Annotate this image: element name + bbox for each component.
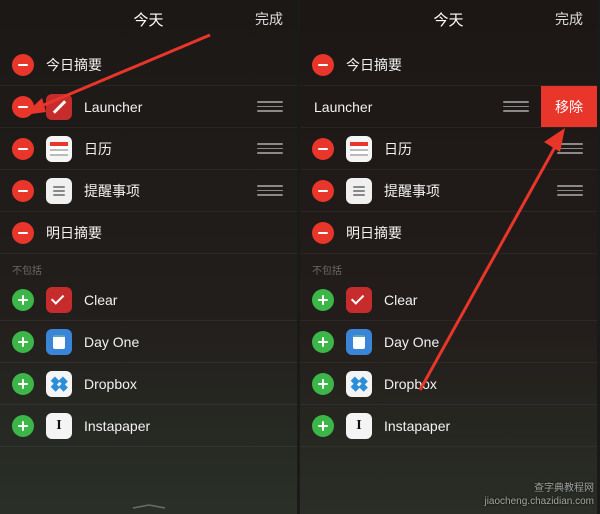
widget-label: 今日摘要	[346, 55, 597, 75]
widget-label: Day One	[384, 334, 597, 350]
widget-label: 今日摘要	[46, 55, 297, 75]
instapaper-app-icon: I	[46, 413, 72, 439]
widget-label: 明日摘要	[346, 223, 597, 243]
dayone-app-icon	[46, 329, 72, 355]
widget-row: 明日摘要	[0, 212, 297, 254]
widget-label: Day One	[84, 334, 297, 350]
add-icon[interactable]	[312, 373, 334, 395]
add-icon[interactable]	[12, 331, 34, 353]
header-title: 今天	[433, 9, 463, 30]
excluded-section-label: 不包括	[300, 258, 597, 279]
header: 今天 完成	[0, 0, 297, 38]
calendar-app-icon	[346, 136, 372, 162]
drag-handle-icon[interactable]	[257, 101, 283, 112]
panel-right: 今天 完成 今日摘要 Launcher 移除 日历 提醒事项 明日摘要	[300, 0, 597, 514]
add-icon[interactable]	[312, 289, 334, 311]
remove-icon[interactable]	[12, 54, 34, 76]
drag-handle-icon[interactable]	[257, 185, 283, 196]
widget-row: 日历	[0, 128, 297, 170]
widget-label: Launcher	[84, 99, 257, 115]
watermark-line1: 查字典教程网	[484, 482, 594, 495]
done-button[interactable]: 完成	[555, 9, 583, 29]
add-icon[interactable]	[312, 331, 334, 353]
calendar-app-icon	[46, 136, 72, 162]
widget-label: Clear	[384, 292, 597, 308]
widget-row: I Instapaper	[0, 405, 297, 447]
included-list: 今日摘要 Launcher 移除 日历 提醒事项 明日摘要	[300, 38, 597, 254]
widget-row: Launcher 移除	[300, 86, 597, 128]
widget-label: 日历	[384, 139, 557, 159]
widget-row: I Instapaper	[300, 405, 597, 447]
drag-handle-icon[interactable]	[557, 185, 583, 196]
widget-row: Dropbox	[300, 363, 597, 405]
reminders-app-icon	[346, 178, 372, 204]
dayone-app-icon	[346, 329, 372, 355]
reminders-app-icon	[46, 178, 72, 204]
widget-row: 提醒事项	[0, 170, 297, 212]
done-button[interactable]: 完成	[255, 9, 283, 29]
widget-label: Instapaper	[84, 418, 297, 434]
widget-label: Instapaper	[384, 418, 597, 434]
clear-app-icon	[46, 287, 72, 313]
instapaper-app-icon: I	[346, 413, 372, 439]
widget-row: 明日摘要	[300, 212, 597, 254]
widget-label: Clear	[84, 292, 297, 308]
remove-icon[interactable]	[312, 54, 334, 76]
header: 今天 完成	[300, 0, 597, 38]
included-list: 今日摘要 Launcher 日历 提醒事项 明日摘要	[0, 38, 297, 254]
add-icon[interactable]	[12, 373, 34, 395]
widget-label: 提醒事项	[384, 181, 557, 201]
widget-row: Launcher	[0, 86, 297, 128]
dropbox-app-icon	[46, 371, 72, 397]
remove-icon[interactable]	[12, 96, 34, 118]
remove-icon[interactable]	[312, 222, 334, 244]
add-icon[interactable]	[12, 289, 34, 311]
panel-left: 今天 完成 今日摘要 Launcher 日历 提醒事项 明日摘要	[0, 0, 297, 514]
drag-handle-icon[interactable]	[503, 101, 529, 112]
remove-icon[interactable]	[12, 180, 34, 202]
header-title: 今天	[133, 9, 163, 30]
watermark: 查字典教程网 jiaocheng.chazidian.com	[484, 482, 594, 508]
remove-button[interactable]: 移除	[541, 86, 597, 127]
add-icon[interactable]	[12, 415, 34, 437]
remove-icon[interactable]	[12, 222, 34, 244]
widget-label: Launcher	[312, 99, 503, 115]
widget-row: 今日摘要	[0, 44, 297, 86]
drag-handle-icon[interactable]	[557, 143, 583, 154]
widget-label: 日历	[84, 139, 257, 159]
widget-row: 今日摘要	[300, 44, 597, 86]
launcher-app-icon	[46, 94, 72, 120]
excluded-list: Clear Day One Dropbox I Instapaper	[0, 279, 297, 447]
excluded-list: Clear Day One Dropbox I Instapaper	[300, 279, 597, 447]
clear-app-icon	[346, 287, 372, 313]
widget-label: 明日摘要	[46, 223, 297, 243]
widget-row: Clear	[0, 279, 297, 321]
widget-row: Day One	[0, 321, 297, 363]
remove-icon[interactable]	[312, 180, 334, 202]
widget-row: Day One	[300, 321, 597, 363]
widget-row: 提醒事项	[300, 170, 597, 212]
remove-icon[interactable]	[12, 138, 34, 160]
widget-row: Clear	[300, 279, 597, 321]
drag-handle-icon[interactable]	[257, 143, 283, 154]
remove-icon[interactable]	[312, 138, 334, 160]
watermark-line2: jiaocheng.chazidian.com	[484, 495, 594, 508]
excluded-section-label: 不包括	[0, 258, 297, 279]
widget-label: 提醒事项	[84, 181, 257, 201]
pull-tab-icon[interactable]	[131, 504, 167, 510]
dropbox-app-icon	[346, 371, 372, 397]
widget-row: Dropbox	[0, 363, 297, 405]
add-icon[interactable]	[312, 415, 334, 437]
widget-label: Dropbox	[84, 376, 297, 392]
widget-label: Dropbox	[384, 376, 597, 392]
widget-row: 日历	[300, 128, 597, 170]
